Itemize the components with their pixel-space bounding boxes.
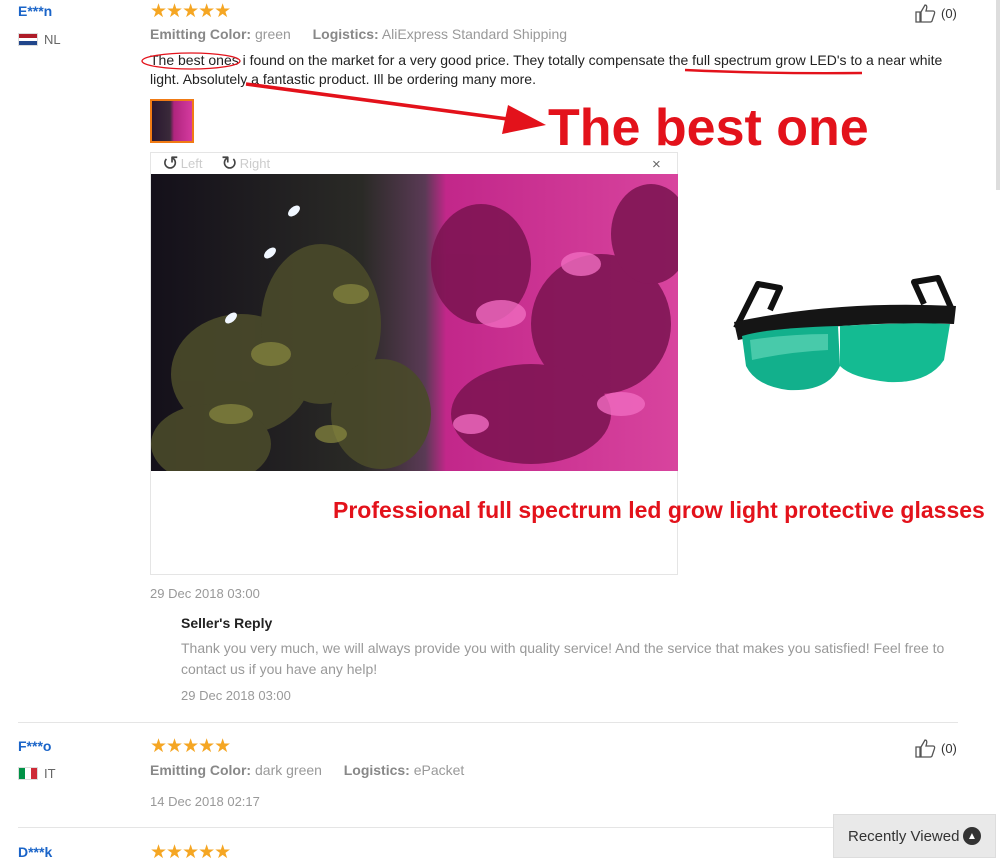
arrow-head: [502, 105, 546, 134]
like-button[interactable]: (0): [914, 738, 957, 758]
recently-viewed-label: Recently Viewed: [848, 827, 960, 845]
page-scrollbar[interactable]: [996, 0, 1000, 190]
like-button[interactable]: (0): [914, 3, 957, 23]
review-date: 29 Dec 2018 03:00: [150, 586, 260, 601]
annotation-circle: [141, 52, 241, 70]
attr-label: Logistics:: [312, 26, 379, 42]
attr-value: AliExpress Standard Shipping: [381, 26, 568, 42]
review-divider: [18, 722, 958, 723]
attr-label: Logistics:: [343, 762, 410, 778]
review-photo: [151, 174, 678, 471]
country-code: IT: [44, 766, 56, 781]
thumbs-up-icon: [915, 739, 936, 758]
review-attributes: Emitting Color: dark green Logistics: eP…: [150, 762, 464, 778]
rotate-right-button[interactable]: ↻ Right: [221, 151, 270, 176]
attr-value: green: [255, 26, 291, 42]
attr-value: ePacket: [413, 762, 465, 778]
thumbs-up-icon: [915, 4, 936, 23]
review-photo-thumbnail[interactable]: [150, 99, 194, 143]
star-rating: ★★★★★: [150, 736, 231, 757]
reviewer-name: F***o: [18, 738, 52, 754]
recently-viewed-panel[interactable]: Recently Viewed ▲: [833, 814, 996, 858]
it-flag-icon: [18, 767, 38, 780]
seller-reply-title: Seller's Reply: [181, 615, 273, 631]
reviewer-country: NL: [18, 32, 61, 47]
like-count: (0): [941, 740, 957, 756]
annotation-caption: Professional full spectrum led grow ligh…: [333, 497, 985, 523]
rotate-left-icon: ↺: [162, 153, 179, 175]
country-code: NL: [44, 32, 61, 47]
close-icon[interactable]: ×: [652, 156, 661, 173]
protective-glasses-image: [733, 275, 956, 391]
annotation-arrow: [245, 82, 531, 124]
annotation-headline: The best one: [548, 99, 869, 157]
star-rating: ★★★★★: [150, 1, 231, 22]
review-attributes: Emitting Color: green Logistics: AliExpr…: [150, 26, 567, 42]
rotate-left-button[interactable]: ↺ Left: [162, 151, 202, 176]
star-rating: ★★★★★: [150, 842, 231, 863]
review-date: 14 Dec 2018 02:17: [150, 794, 260, 809]
nl-flag-icon: [18, 33, 38, 46]
rotate-left-label: Left: [180, 156, 203, 171]
annotation-underline: [684, 68, 863, 75]
chevron-up-icon: ▲: [963, 827, 981, 845]
reviewer-name: E***n: [18, 3, 53, 19]
attr-label: Emitting Color:: [150, 26, 252, 42]
rotate-right-label: Right: [239, 156, 271, 171]
attr-label: Emitting Color:: [150, 762, 252, 778]
review-divider: [18, 827, 958, 828]
reviewer-country: IT: [18, 766, 56, 781]
seller-reply-text: Thank you very much, we will always prov…: [181, 640, 945, 677]
like-count: (0): [941, 5, 957, 21]
attr-value: dark green: [255, 762, 322, 778]
seller-reply-date: 29 Dec 2018 03:00: [181, 688, 291, 703]
rotate-right-icon: ↻: [221, 153, 238, 175]
plants-photo-illustration: [151, 174, 678, 471]
